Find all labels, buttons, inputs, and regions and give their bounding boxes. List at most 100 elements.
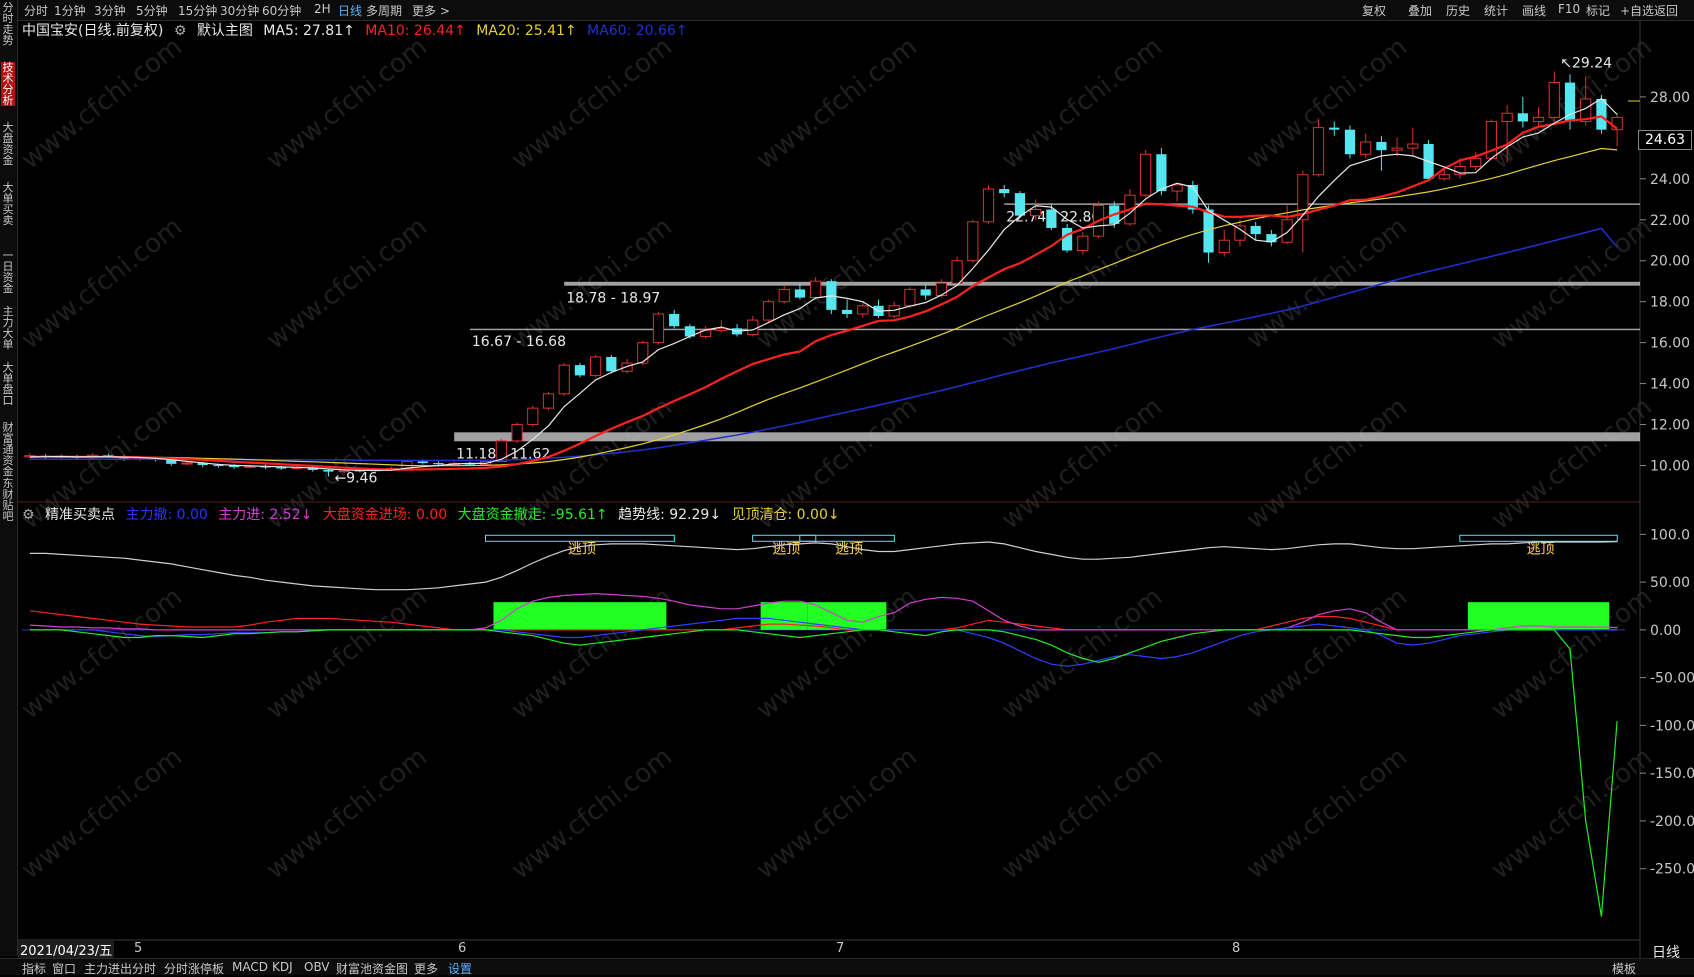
price-band-label: 18.78 - 18.97	[566, 291, 660, 307]
template-button[interactable]: 模板	[1612, 960, 1636, 977]
watermark-text: www.cfchi.com	[261, 742, 433, 886]
price-tick-label: 14.00	[1650, 377, 1690, 393]
watermark-text: www.cfchi.com	[16, 212, 188, 356]
candle-body	[527, 407, 539, 426]
indicator-tick-label: -200.0	[1650, 814, 1694, 830]
candle-body	[1344, 129, 1356, 155]
candle-body	[810, 280, 822, 299]
price-tick-label: 18.00	[1650, 295, 1690, 311]
candle-body	[1360, 141, 1372, 155]
candle-body	[1014, 193, 1026, 216]
candle-body	[841, 309, 853, 314]
market-in-value: 大盘资金进场: 0.00	[322, 507, 448, 523]
main-in-value: 主力进: 2.52↓	[218, 507, 313, 523]
indicator-tick-label: -50.00	[1650, 671, 1694, 687]
price-tick-label: 12.00	[1650, 418, 1690, 434]
candle-body	[574, 365, 586, 376]
candle-body	[417, 461, 428, 464]
indicator-tick-label: -100.0	[1650, 718, 1694, 734]
ma5-value: MA5: 27.81↑	[263, 23, 355, 39]
candle-body	[857, 305, 869, 315]
candle-body	[762, 301, 775, 321]
candle-body	[778, 288, 790, 303]
indicator-tick-label: -250.0	[1650, 862, 1694, 878]
price-tick-label: 16.00	[1650, 336, 1690, 352]
candle-body	[276, 467, 287, 469]
candle-body	[542, 393, 555, 409]
main-chart-legend: 中国宝安(日线.前复权) ⚙ 默认主图 MA5: 27.81↑ MA10: 26…	[22, 20, 694, 40]
main-out-value: 主力撤: 0.00	[125, 507, 208, 523]
price-extreme-label: ←9.46	[334, 471, 377, 487]
watermark-text: www.cfchi.com	[16, 32, 188, 176]
watermark-text: www.cfchi.com	[1486, 392, 1658, 536]
watermark-text: www.cfchi.com	[1241, 32, 1413, 176]
price-band	[469, 328, 1640, 331]
candle-body	[590, 356, 602, 376]
candle-body	[181, 462, 193, 465]
kline-chart[interactable]: www.cfchi.com www.cfchi.com www.cfchi.com w…	[0, 0, 1694, 974]
candle-body	[1596, 98, 1607, 130]
price-band-label: 16.67 - 16.68	[472, 334, 566, 350]
template-name[interactable]: 默认主图	[197, 23, 253, 39]
indicator-tick-label: 50.00	[1650, 575, 1690, 591]
ma20-value: MA20: 25.41↑	[476, 23, 577, 39]
watermark-text: www.cfchi.com	[16, 582, 188, 726]
price-tick-label: 20.00	[1650, 254, 1690, 270]
indicator-tick-label: 0.00	[1650, 623, 1681, 639]
top-signal-label: 逃顶	[1527, 541, 1555, 557]
candle-body	[1312, 127, 1325, 176]
indicator-name[interactable]: 精准买卖点	[45, 507, 115, 523]
candle-body	[1329, 127, 1340, 130]
indicator-tab-9[interactable]: 设置	[448, 960, 472, 977]
indicator-tab-8[interactable]: 更多	[414, 960, 438, 977]
price-tick-label: 28.00	[1650, 90, 1690, 106]
trend-value: 趋势线: 92.29↓	[618, 507, 722, 523]
candle-body	[511, 424, 523, 442]
watermark-text: www.cfchi.com	[16, 742, 188, 886]
top-signal-marker	[484, 534, 675, 542]
watermark-text: www.cfchi.com	[751, 742, 923, 886]
candle-body	[904, 288, 916, 307]
candle-body	[1438, 174, 1450, 180]
indicator-tab-2[interactable]: 主力进出分时	[84, 960, 156, 977]
candle-body	[433, 463, 444, 465]
candle-body	[558, 364, 570, 395]
price-tick-label: 24.00	[1650, 172, 1690, 188]
month-label: 5	[134, 941, 143, 956]
watermark-text: www.cfchi.com	[506, 742, 678, 886]
watermark-text: www.cfchi.com	[1241, 582, 1413, 726]
candle-body	[1030, 209, 1042, 217]
candle-body	[1250, 225, 1261, 235]
top-signal-marker	[752, 534, 817, 542]
watermark-text: www.cfchi.com	[996, 742, 1168, 886]
candle-body	[637, 342, 649, 364]
indicator-tab-0[interactable]: 指标	[22, 960, 46, 977]
watermark-text: www.cfchi.com	[261, 212, 433, 356]
month-label: 7	[836, 941, 845, 956]
x-axis: 2021/04/23/五 5 6 7 8	[18, 940, 1640, 959]
indicator-tab-6[interactable]: OBV	[304, 960, 330, 974]
candle-body	[999, 189, 1010, 194]
candle-body	[920, 289, 931, 296]
indicator-settings-icon[interactable]: ⚙	[22, 507, 35, 523]
watermark-text: www.cfchi.com	[996, 392, 1168, 536]
candle-body	[1501, 112, 1513, 122]
candle-body	[1376, 141, 1387, 151]
candle-body	[1077, 235, 1089, 251]
indicator-tab-3[interactable]: 分时涨停板	[164, 960, 224, 977]
indicator-tab-4[interactable]: MACD	[232, 960, 268, 974]
candle-body	[1171, 184, 1183, 192]
candle-body	[951, 260, 963, 284]
candle-body	[669, 313, 680, 327]
price-tick-label: 22.00	[1650, 213, 1690, 229]
watermark-text: www.cfchi.com	[1486, 742, 1658, 886]
indicator-tick-label: 100.0	[1650, 527, 1690, 543]
indicator-tab-5[interactable]: KDJ	[272, 960, 293, 974]
watermark-text: www.cfchi.com	[261, 32, 433, 176]
indicator-tab-7[interactable]: 财富池资金图	[336, 960, 408, 977]
stock-title[interactable]: 中国宝安(日线.前复权)	[22, 23, 163, 39]
indicator-tab-1[interactable]: 窗口	[52, 960, 76, 977]
candle-body	[1061, 227, 1073, 251]
settings-icon[interactable]: ⚙	[174, 23, 187, 39]
candle-body	[1517, 113, 1528, 122]
